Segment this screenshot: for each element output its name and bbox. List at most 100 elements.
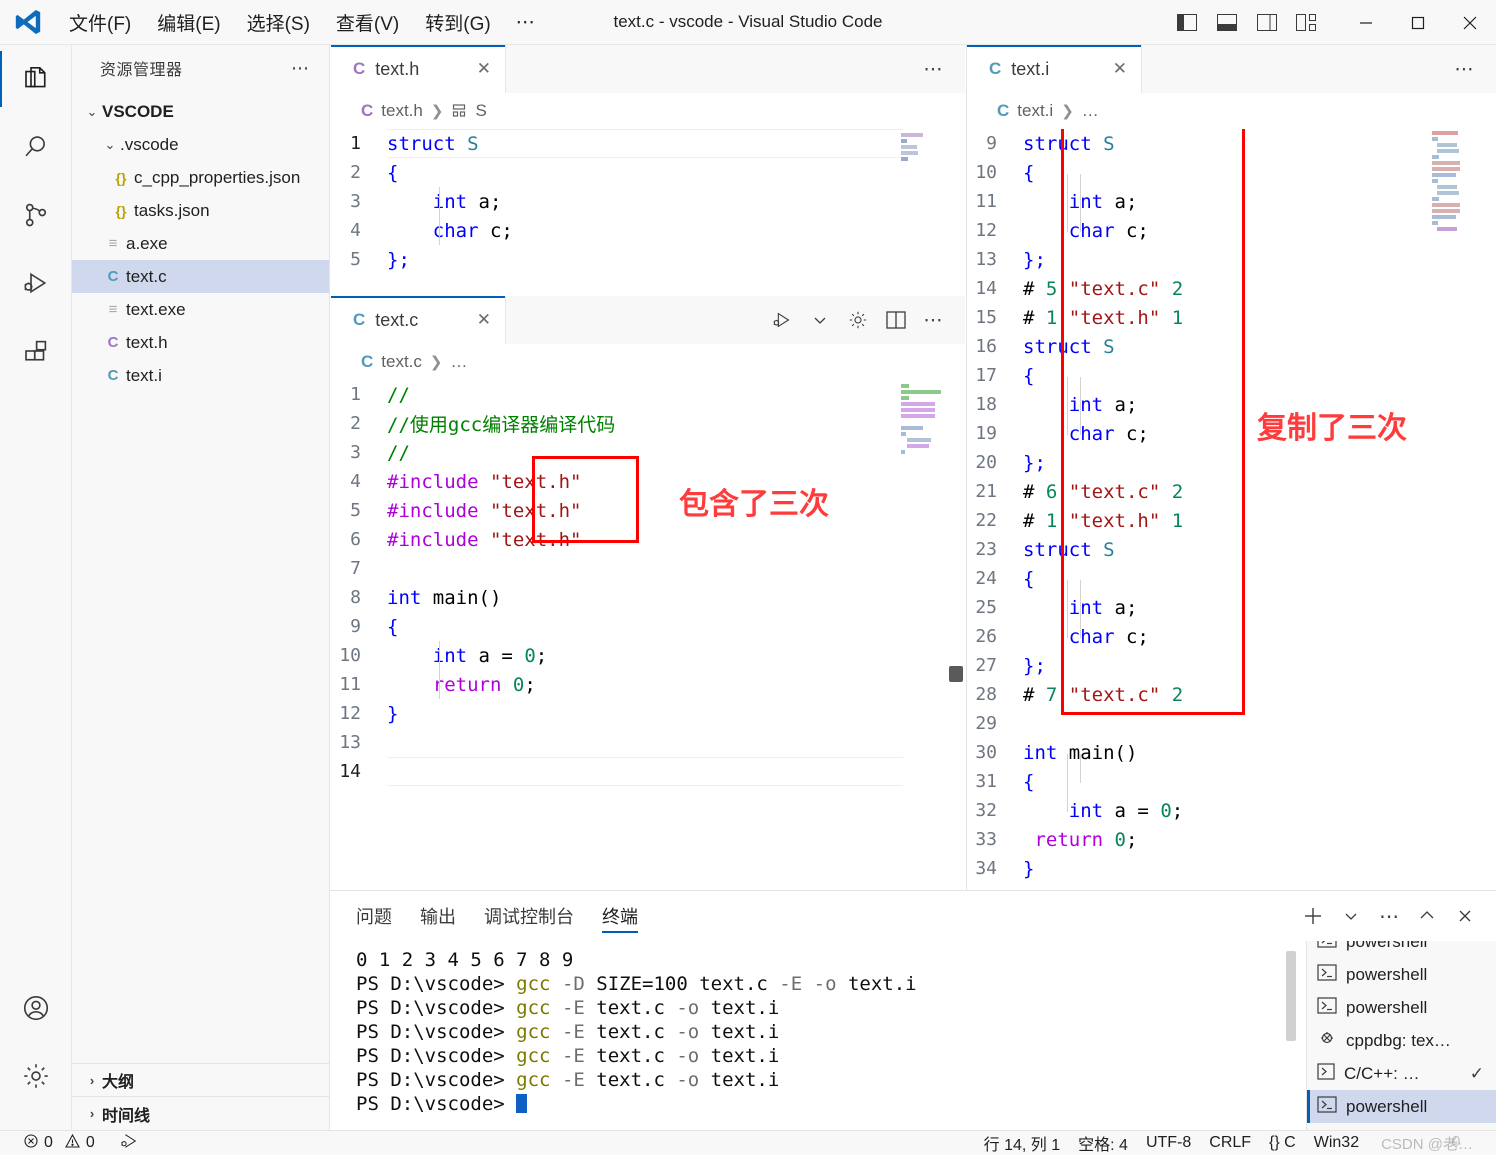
code-line[interactable]: 5};: [331, 245, 965, 274]
run-and-debug-icon[interactable]: [765, 303, 799, 337]
code-line[interactable]: 18 int a;: [967, 390, 1496, 419]
terminal-scrollbar-thumb[interactable]: [1286, 951, 1296, 1041]
tree-item-text-exe[interactable]: ≡ text.exe: [72, 293, 329, 326]
editor-more-icon[interactable]: ⋯: [917, 303, 951, 337]
tab-text-c[interactable]: C text.c ✕: [331, 296, 506, 344]
maximize-button[interactable]: [1392, 0, 1444, 45]
code-line[interactable]: 28# 7 "text.c" 2: [967, 680, 1496, 709]
terminal-list-item[interactable]: powershell: [1307, 991, 1496, 1024]
code-line[interactable]: 23struct S: [967, 535, 1496, 564]
activity-item-run-and-debug[interactable]: [0, 249, 72, 317]
breadcrumb-symbol[interactable]: S: [475, 101, 486, 121]
code-area-text-c[interactable]: 1//2//使用gcc编译器编译代码3//4#include "text.h"5…: [331, 380, 965, 890]
status-run-debug[interactable]: [110, 1132, 148, 1155]
panel-tab-debug-console[interactable]: 调试控制台: [484, 891, 574, 941]
code-line[interactable]: 12 char c;: [967, 216, 1496, 245]
menu-selection[interactable]: 选择(S): [234, 5, 323, 40]
code-area-text-h[interactable]: 1struct S2{3 int a;4 char c;5};: [331, 129, 965, 295]
activity-item-source-control[interactable]: [0, 181, 72, 249]
panel-tab-terminal[interactable]: 终端: [602, 891, 638, 941]
tree-root-vscode[interactable]: ⌄ VSCODE: [72, 95, 329, 128]
toggle-secondary-sidebar-icon[interactable]: [1252, 8, 1282, 38]
panel-more-icon[interactable]: ⋯: [1372, 899, 1406, 933]
code-line[interactable]: 2{: [331, 158, 965, 187]
menu-file[interactable]: 文件(F): [56, 5, 144, 40]
minimize-button[interactable]: [1340, 0, 1392, 45]
activity-item-explorer[interactable]: [0, 45, 72, 113]
code-line[interactable]: 13: [331, 728, 965, 757]
code-line[interactable]: 19 char c;: [967, 419, 1496, 448]
breadcrumb-file[interactable]: text.c: [381, 352, 422, 372]
code-line[interactable]: 5#include "text.h": [331, 496, 965, 525]
code-line[interactable]: 13};: [967, 245, 1496, 274]
code-line[interactable]: 24{: [967, 564, 1496, 593]
activity-item-manage[interactable]: [0, 1042, 72, 1110]
code-line[interactable]: 3//: [331, 438, 965, 467]
code-line[interactable]: 25 int a;: [967, 593, 1496, 622]
code-line[interactable]: 3 int a;: [331, 187, 965, 216]
code-line[interactable]: 20};: [967, 448, 1496, 477]
terminal-list-item[interactable]: powershell: [1307, 941, 1496, 958]
menu-goto[interactable]: 转到(G): [412, 5, 503, 40]
code-line[interactable]: 29: [967, 709, 1496, 738]
section-timeline[interactable]: › 时间线: [72, 1097, 329, 1130]
section-outline[interactable]: › 大纲: [72, 1064, 329, 1097]
explorer-more-icon[interactable]: ⋯: [291, 58, 311, 79]
code-line[interactable]: 7: [331, 554, 965, 583]
code-line[interactable]: 14# 5 "text.c" 2: [967, 274, 1496, 303]
tree-item-c-cpp-properties[interactable]: {} c_cpp_properties.json: [72, 161, 329, 194]
terminal-list-item[interactable]: cppdbg: tex…: [1307, 1024, 1496, 1057]
tab-text-i[interactable]: C text.i ✕: [967, 45, 1142, 93]
tab-close-icon[interactable]: ✕: [459, 59, 491, 79]
editor-more-icon[interactable]: ⋯: [917, 52, 951, 86]
minimap-text-h[interactable]: [901, 133, 945, 163]
scrollbar-thumb[interactable]: [949, 666, 963, 682]
menu-view[interactable]: 查看(V): [323, 5, 412, 40]
code-line[interactable]: 17{: [967, 361, 1496, 390]
breadcrumb-file[interactable]: text.h: [381, 101, 423, 121]
code-line[interactable]: 33 return 0;: [967, 825, 1496, 854]
tree-item-text-c[interactable]: C text.c: [72, 260, 329, 293]
breadcrumb-file[interactable]: text.i: [1017, 101, 1053, 121]
code-line[interactable]: 15# 1 "text.h" 1: [967, 303, 1496, 332]
activity-item-accounts[interactable]: [0, 974, 72, 1042]
toggle-primary-sidebar-icon[interactable]: [1172, 8, 1202, 38]
code-line[interactable]: 34}: [967, 854, 1496, 883]
code-line[interactable]: 10{: [967, 158, 1496, 187]
tree-item-text-h[interactable]: C text.h: [72, 326, 329, 359]
chevron-down-icon[interactable]: [1334, 899, 1368, 933]
close-button[interactable]: [1444, 0, 1496, 45]
editor-scrollbar-text-c[interactable]: [947, 380, 965, 890]
code-line[interactable]: 10 int a = 0;: [331, 641, 965, 670]
status-cursor-position[interactable]: 行 14, 列 1: [975, 1131, 1069, 1155]
code-line[interactable]: 12}: [331, 699, 965, 728]
code-line[interactable]: 11 int a;: [967, 187, 1496, 216]
editor-more-icon[interactable]: ⋯: [1448, 52, 1482, 86]
code-line[interactable]: 6#include "text.h": [331, 525, 965, 554]
code-line[interactable]: 9struct S: [967, 129, 1496, 158]
activity-item-search[interactable]: [0, 113, 72, 181]
status-indentation[interactable]: 空格: 4: [1069, 1131, 1137, 1155]
tab-close-icon[interactable]: ✕: [459, 310, 491, 330]
maximize-panel-icon[interactable]: [1410, 899, 1444, 933]
editor-scrollbar-text-i[interactable]: [1478, 129, 1496, 890]
code-area-text-i[interactable]: 9struct S10{11 int a;12 char c;13};14# 5…: [967, 129, 1496, 890]
code-line[interactable]: 27};: [967, 651, 1496, 680]
activity-item-extensions[interactable]: [0, 317, 72, 385]
status-language-mode[interactable]: {} C: [1260, 1134, 1305, 1152]
tree-item-vscode-folder[interactable]: ⌄ .vscode: [72, 128, 329, 161]
code-line[interactable]: 11 return 0;: [331, 670, 965, 699]
toggle-panel-icon[interactable]: [1212, 8, 1242, 38]
code-line[interactable]: 26 char c;: [967, 622, 1496, 651]
status-platform[interactable]: Win32: [1305, 1134, 1368, 1152]
tree-item-text-i[interactable]: C text.i: [72, 359, 329, 392]
split-editor-icon[interactable]: [879, 303, 913, 337]
code-line[interactable]: 16struct S: [967, 332, 1496, 361]
close-panel-icon[interactable]: [1448, 899, 1482, 933]
gear-icon[interactable]: [841, 303, 875, 337]
code-line[interactable]: 30int main(): [967, 738, 1496, 767]
minimap-text-i[interactable]: [1432, 131, 1476, 233]
code-line[interactable]: 22# 1 "text.h" 1: [967, 506, 1496, 535]
code-line[interactable]: 9{: [331, 612, 965, 641]
terminal-list-item[interactable]: C/C++: … ✓: [1307, 1057, 1496, 1090]
